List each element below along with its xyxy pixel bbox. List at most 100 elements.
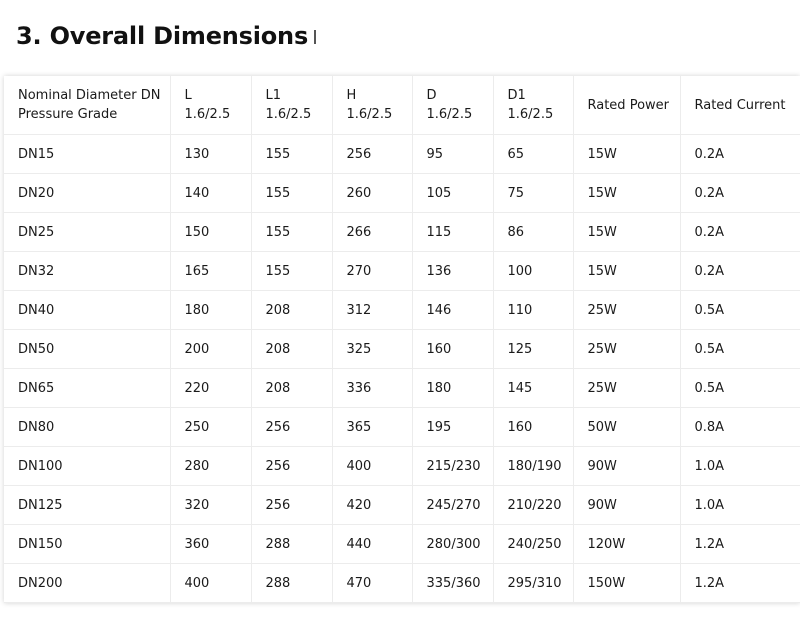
table-cell: 295/310 [493, 563, 574, 603]
row-label-cell: DN80 [4, 407, 171, 447]
header-d1: D1 1.6/2.5 [493, 76, 574, 135]
table-cell: 470 [332, 563, 413, 603]
row-label-cell: DN20 [4, 173, 171, 213]
table-cell: 160 [412, 329, 494, 369]
page-title-text: 3. Overall Dimensions [16, 22, 309, 50]
table-cell: 145 [493, 368, 574, 408]
header-cell-line: Rated Power [587, 97, 670, 113]
table-row: DN150 360 288 440 280/300 240/250 120W 1.2A [4, 524, 800, 564]
table-cell: 288 [251, 524, 333, 564]
table-row: DN32 165 155 270 136 100 15W 0.2A [4, 251, 800, 291]
header-d: D 1.6/2.5 [412, 76, 494, 135]
table-cell: 15W [573, 134, 681, 174]
table-body: DN15 130 155 256 95 65 15W 0.2A DN20 140 155 260 105… [4, 134, 800, 603]
header-cell-line: H [346, 88, 357, 103]
table-cell: 25W [573, 290, 681, 330]
header-cell-line: 1.6/2.5 [265, 107, 312, 122]
table-cell: 0.2A [680, 173, 800, 213]
table-cell: 220 [170, 368, 252, 408]
table-cell: 256 [251, 407, 333, 447]
table-cell: 215/230 [412, 446, 494, 486]
table-cell: 50W [573, 407, 681, 447]
table-cell: 0.2A [680, 134, 800, 174]
table-cell: 0.8A [680, 407, 800, 447]
table-cell: 195 [412, 407, 494, 447]
table-cell: 105 [412, 173, 494, 213]
table-row: DN25 150 155 266 115 86 15W 0.2A [4, 212, 800, 252]
table-cell: 180/190 [493, 446, 574, 486]
table-cell: 130 [170, 134, 252, 174]
table-cell: 155 [251, 173, 333, 213]
table-cell: 1.0A [680, 446, 800, 486]
table-header: Nominal Diameter DN Pressure Grade L 1.6/2.… [4, 76, 800, 135]
table-cell: 210/220 [493, 485, 574, 525]
table-row: DN80 250 256 365 195 160 50W 0.8A [4, 407, 800, 447]
table-row: DN65 220 208 336 180 145 25W 0.5A [4, 368, 800, 408]
table-cell: 400 [170, 563, 252, 603]
header-cell-line: 1.6/2.5 [184, 107, 231, 122]
table-cell: 280/300 [412, 524, 494, 564]
table-cell: 365 [332, 407, 413, 447]
table-cell: 312 [332, 290, 413, 330]
table-cell: 335/360 [412, 563, 494, 603]
table-cell: 266 [332, 212, 413, 252]
table-cell: 200 [170, 329, 252, 369]
header-cell-line: Rated Current [694, 97, 786, 113]
table-cell: 320 [170, 485, 252, 525]
row-label-cell: DN200 [4, 563, 171, 603]
table-cell: 15W [573, 212, 681, 252]
table-cell: 0.2A [680, 251, 800, 291]
header-cell-line: Nominal Diameter DN [18, 88, 161, 103]
header-cell-line: D [426, 88, 437, 103]
table-cell: 440 [332, 524, 413, 564]
row-label-cell: DN15 [4, 134, 171, 174]
table-cell: 110 [493, 290, 574, 330]
header-rated-power: Rated Power [573, 76, 681, 135]
table-cell: 325 [332, 329, 413, 369]
table-cell: 65 [493, 134, 574, 174]
header-cell-line: D1 [507, 88, 526, 103]
table-cell: 15W [573, 251, 681, 291]
table-cell: 0.5A [680, 329, 800, 369]
row-label-cell: DN100 [4, 446, 171, 486]
row-label-cell: DN125 [4, 485, 171, 525]
table-cell: 1.2A [680, 563, 800, 603]
table-cell: 180 [412, 368, 494, 408]
table-cell: 150W [573, 563, 681, 603]
table-cell: 400 [332, 446, 413, 486]
table-cell: 260 [332, 173, 413, 213]
table-cell: 120W [573, 524, 681, 564]
header-cell-line: L1 [265, 88, 282, 103]
table-cell: 0.5A [680, 290, 800, 330]
header-l: L 1.6/2.5 [170, 76, 252, 135]
table-cell: 146 [412, 290, 494, 330]
header-l1: L1 1.6/2.5 [251, 76, 333, 135]
row-label-cell: DN32 [4, 251, 171, 291]
table-row: DN50 200 208 325 160 125 25W 0.5A [4, 329, 800, 369]
table-cell: 0.2A [680, 212, 800, 252]
table-cell: 115 [412, 212, 494, 252]
table-cell: 245/270 [412, 485, 494, 525]
table-cell: 150 [170, 212, 252, 252]
table-cell: 256 [251, 446, 333, 486]
row-label-cell: DN65 [4, 368, 171, 408]
table-cell: 90W [573, 446, 681, 486]
table-cell: 25W [573, 368, 681, 408]
table-cell: 270 [332, 251, 413, 291]
header-row: Nominal Diameter DN Pressure Grade L 1.6/2.… [4, 76, 800, 135]
header-cell-line: 1.6/2.5 [426, 107, 473, 122]
table-cell: 208 [251, 329, 333, 369]
table-row: DN20 140 155 260 105 75 15W 0.2A [4, 173, 800, 213]
header-cell-line: Pressure Grade [18, 107, 118, 122]
table-cell: 1.2A [680, 524, 800, 564]
table-cell: 15W [573, 173, 681, 213]
row-label-cell: DN50 [4, 329, 171, 369]
header-rated-current: Rated Current [680, 76, 800, 135]
table-row: DN200 400 288 470 335/360 295/310 150W 1.2A [4, 563, 800, 603]
table-cell: 155 [251, 251, 333, 291]
table-cell: 280 [170, 446, 252, 486]
table-row: DN40 180 208 312 146 110 25W 0.5A [4, 290, 800, 330]
table-cell: 95 [412, 134, 494, 174]
table-cell: 1.0A [680, 485, 800, 525]
table-cell: 165 [170, 251, 252, 291]
